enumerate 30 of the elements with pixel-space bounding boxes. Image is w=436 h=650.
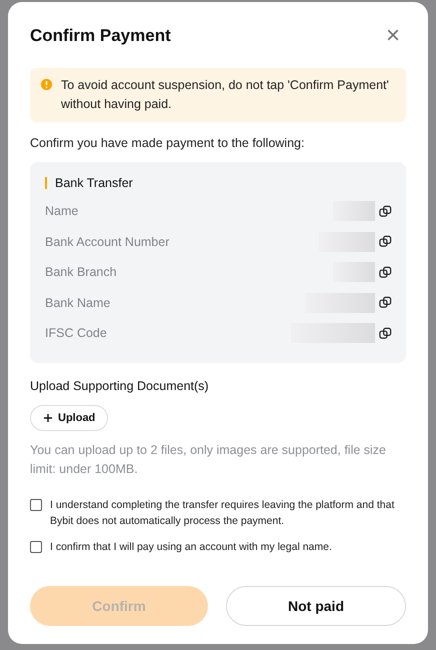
field-label: Bank Account Number	[45, 234, 170, 249]
copy-icon[interactable]	[379, 296, 392, 310]
agreement-text: I confirm that I will pay using an account with my legal name.	[50, 540, 332, 554]
upload-button[interactable]: Upload	[30, 404, 108, 430]
accent-bar	[45, 177, 47, 189]
payment-method-label: Bank Transfer	[55, 176, 133, 190]
redacted-value	[333, 201, 375, 222]
redacted-value	[319, 232, 375, 252]
copy-icon[interactable]	[379, 266, 392, 279]
field-label: Bank Branch	[45, 265, 117, 280]
agreement-text: I understand completing the transfer requires leaving the platform and that Bybit does not automatically process the payment.	[50, 498, 396, 528]
field-label: IFSC Code	[45, 326, 107, 340]
copy-icon[interactable]	[379, 204, 392, 218]
checkbox[interactable]	[30, 498, 42, 510]
copy-icon[interactable]	[379, 235, 392, 248]
redacted-value	[333, 262, 375, 282]
instruction-text: Confirm you have made payment to the following:	[30, 136, 306, 150]
field-label: Name	[45, 204, 78, 218]
field-label: Bank Name	[45, 296, 110, 310]
dialog-title: Confirm Payment	[30, 26, 171, 46]
plus-icon	[43, 412, 53, 422]
warning-icon	[40, 78, 53, 91]
redacted-value	[305, 292, 375, 313]
warning-text: To avoid account suspension, do not tap 'Confirm Payment' without having paid.	[61, 77, 390, 113]
copy-icon[interactable]	[379, 326, 392, 340]
checkbox[interactable]	[30, 540, 42, 552]
upload-hint: You can upload up to 2 files, only images are supported, file size limit: under 100MB.	[30, 442, 388, 478]
close-button[interactable]: ×	[386, 24, 400, 48]
upload-heading: Upload Supporting Document(s)	[30, 378, 210, 392]
not-paid-button[interactable]: Not paid	[226, 586, 406, 626]
